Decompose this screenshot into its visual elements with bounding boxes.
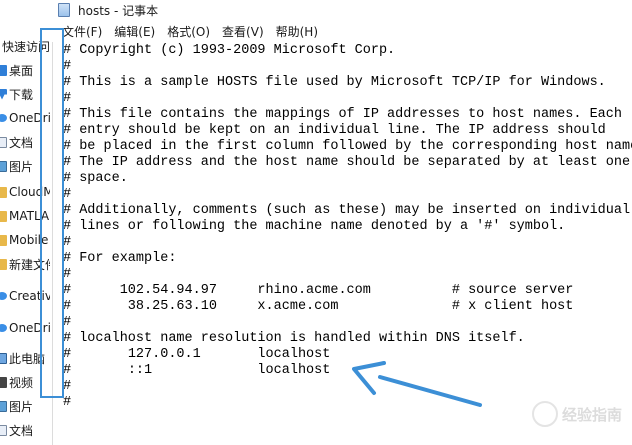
menu-view[interactable]: 查看(V) (216, 22, 270, 42)
editor-line: # space. (63, 171, 128, 186)
sidebar-item-this-pc[interactable]: 此电脑 (0, 348, 45, 368)
editor-line: # ::1 localhost (63, 363, 331, 378)
sidebar-item-label: 视频 (9, 375, 34, 390)
sidebar-item-label: 下载 (9, 87, 34, 102)
quick-access-header[interactable]: 快速访问 (2, 36, 50, 56)
editor-line: # 38.25.63.10 x.acme.com # x client host (63, 299, 574, 314)
editor-line: # 127.0.0.1 localhost (63, 347, 331, 362)
editor-line: # (63, 267, 72, 282)
editor-content[interactable]: # Copyright (c) 1993-2009 Microsoft Corp… (63, 43, 632, 411)
download-icon (0, 88, 7, 100)
document-icon (0, 424, 7, 436)
editor-line: # (63, 187, 72, 202)
sidebar-item-documents[interactable]: 文档 (0, 132, 33, 152)
menu-file[interactable]: 文件(F) (56, 22, 108, 42)
editor-line: # 102.54.94.97 rhino.acme.com # source s… (63, 283, 574, 298)
editor-line: # (63, 59, 72, 74)
editor-line: # Additionally, comments (such as these)… (63, 203, 631, 218)
video-icon (0, 376, 7, 388)
sidebar-item-new-folder[interactable]: 新建文件夹 (0, 254, 50, 274)
sidebar-item-label: MATLAB (9, 209, 50, 223)
cloud-icon (0, 114, 7, 122)
window-title: hosts - 记事本 (78, 3, 159, 18)
editor-line: # localhost name resolution is handled w… (63, 331, 525, 346)
text-editor[interactable]: # Copyright (c) 1993-2009 Microsoft Corp… (52, 42, 632, 445)
document-icon (0, 136, 7, 148)
folder-icon (0, 258, 7, 270)
pc-icon (0, 352, 7, 364)
sidebar-item-label: Mobile (9, 233, 49, 247)
sidebar-item-mobile[interactable]: Mobile (0, 230, 48, 250)
sidebar-item-onedrive[interactable]: OneDrive (0, 108, 50, 128)
sidebar-item-cloudm[interactable]: CloudM (0, 182, 50, 202)
editor-line: # The IP address and the host name shoul… (63, 155, 631, 170)
sidebar-item-documents-2[interactable]: 文档 (0, 420, 33, 440)
sidebar-item-label: 此电脑 (9, 351, 46, 366)
sidebar-item-label: 图片 (9, 159, 34, 174)
cloud-icon (0, 292, 7, 300)
menu-help[interactable]: 帮助(H) (270, 22, 324, 42)
folder-icon (0, 186, 7, 198)
picture-icon (0, 400, 7, 412)
sidebar-item-videos[interactable]: 视频 (0, 372, 33, 392)
editor-line: # (63, 91, 72, 106)
editor-line: # be placed in the first column followed… (63, 139, 632, 154)
menu-edit[interactable]: 编辑(E) (108, 22, 161, 42)
folder-icon (0, 234, 7, 246)
editor-line: # (63, 235, 72, 250)
editor-line: # Copyright (c) 1993-2009 Microsoft Corp… (63, 43, 396, 58)
sidebar-item-creative-cloud[interactable]: Creative Cloud (0, 286, 50, 306)
editor-line: # lines or following the machine name de… (63, 219, 566, 234)
notepad-icon (58, 3, 70, 17)
sidebar-item-onedrive-2[interactable]: OneDrive (0, 318, 50, 338)
editor-line: # This is a sample HOSTS file used by Mi… (63, 75, 606, 90)
editor-line: # This file contains the mappings of IP … (63, 107, 622, 122)
desktop-icon (0, 64, 7, 76)
sidebar-item-label: OneDrive (9, 111, 50, 125)
sidebar-item-label: 文档 (9, 135, 34, 150)
sidebar-item-matlab[interactable]: MATLAB (0, 206, 50, 226)
quick-access-label: 快速访问 (2, 39, 50, 54)
notepad-window: hosts - 记事本 文件(F) 编辑(E) 格式(O) 查看(V) 帮助(H… (52, 0, 632, 445)
sidebar-item-label: OneDrive (9, 321, 50, 335)
cloud-icon (0, 324, 7, 332)
folder-icon (0, 210, 7, 222)
menu-format[interactable]: 格式(O) (161, 22, 216, 42)
editor-line: # (63, 379, 72, 394)
sidebar-item-label: 桌面 (9, 63, 34, 78)
sidebar-item-label: 新建文件夹 (9, 257, 50, 272)
editor-line: # (63, 315, 72, 330)
editor-line: # (63, 395, 72, 410)
sidebar-item-label: 文档 (9, 423, 34, 438)
title-bar[interactable]: hosts - 记事本 (52, 0, 632, 20)
editor-line: # entry should be kept on an individual … (63, 123, 606, 138)
sidebar-item-desktop[interactable]: 桌面 (0, 60, 33, 80)
menu-bar: 文件(F) 编辑(E) 格式(O) 查看(V) 帮助(H) (52, 22, 632, 42)
sidebar-item-label: CloudM (9, 185, 50, 199)
picture-icon (0, 160, 7, 172)
explorer-sidebar: 快速访问 桌面 下载 OneDrive 文档 图片 CloudM MATLAB … (0, 0, 50, 445)
editor-line: # For example: (63, 251, 177, 266)
sidebar-item-downloads[interactable]: 下载 (0, 84, 33, 104)
sidebar-item-label: Creative Cloud (9, 289, 50, 303)
sidebar-item-pictures-2[interactable]: 图片 (0, 396, 33, 416)
sidebar-item-label: 图片 (9, 399, 34, 414)
sidebar-item-pictures[interactable]: 图片 (0, 156, 33, 176)
